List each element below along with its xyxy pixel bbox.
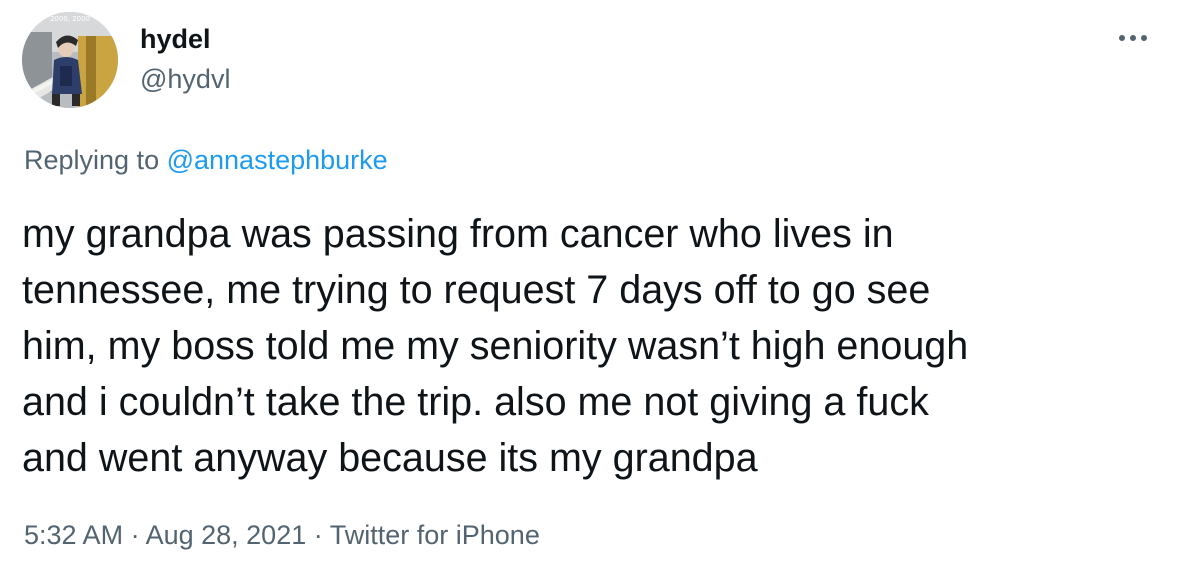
replying-to-label: Replying to: [24, 145, 167, 175]
replying-to: Replying to @annastephburke: [24, 142, 388, 178]
reply-mention-link[interactable]: @annastephburke: [167, 145, 388, 175]
tweet-time[interactable]: 5:32 AM: [24, 520, 123, 550]
avatar-image: 2000, 2000: [22, 12, 118, 108]
tweet-text-line: my grandpa was passing from cancer who l…: [22, 212, 894, 256]
more-horizontal-icon: [1119, 35, 1147, 41]
more-button[interactable]: [1112, 24, 1156, 52]
avatar-caption: 2000, 2000: [50, 15, 90, 23]
tweet-source[interactable]: Twitter for iPhone: [330, 520, 540, 550]
display-name[interactable]: hydel: [140, 22, 211, 56]
meta-separator: ·: [306, 520, 330, 550]
tweet-meta: 5:32 AM · Aug 28, 2021 · Twitter for iPh…: [24, 517, 540, 553]
tweet: 2000, 2000 hydel @hydvl Replying to @ann…: [0, 0, 1180, 588]
avatar[interactable]: 2000, 2000: [22, 12, 118, 108]
tweet-text-line: and i couldn’t take the trip. also me no…: [22, 380, 929, 424]
tweet-text: my grandpa was passing from cancer who l…: [22, 206, 1162, 486]
tweet-text-line: him, my boss told me my seniority wasn’t…: [22, 324, 969, 368]
tweet-text-line: tennessee, me trying to request 7 days o…: [22, 268, 931, 312]
tweet-text-line: and went anyway because its my grandpa: [22, 436, 758, 480]
meta-separator: ·: [123, 520, 146, 550]
user-handle[interactable]: @hydvl: [140, 62, 230, 96]
tweet-date[interactable]: Aug 28, 2021: [146, 520, 307, 550]
